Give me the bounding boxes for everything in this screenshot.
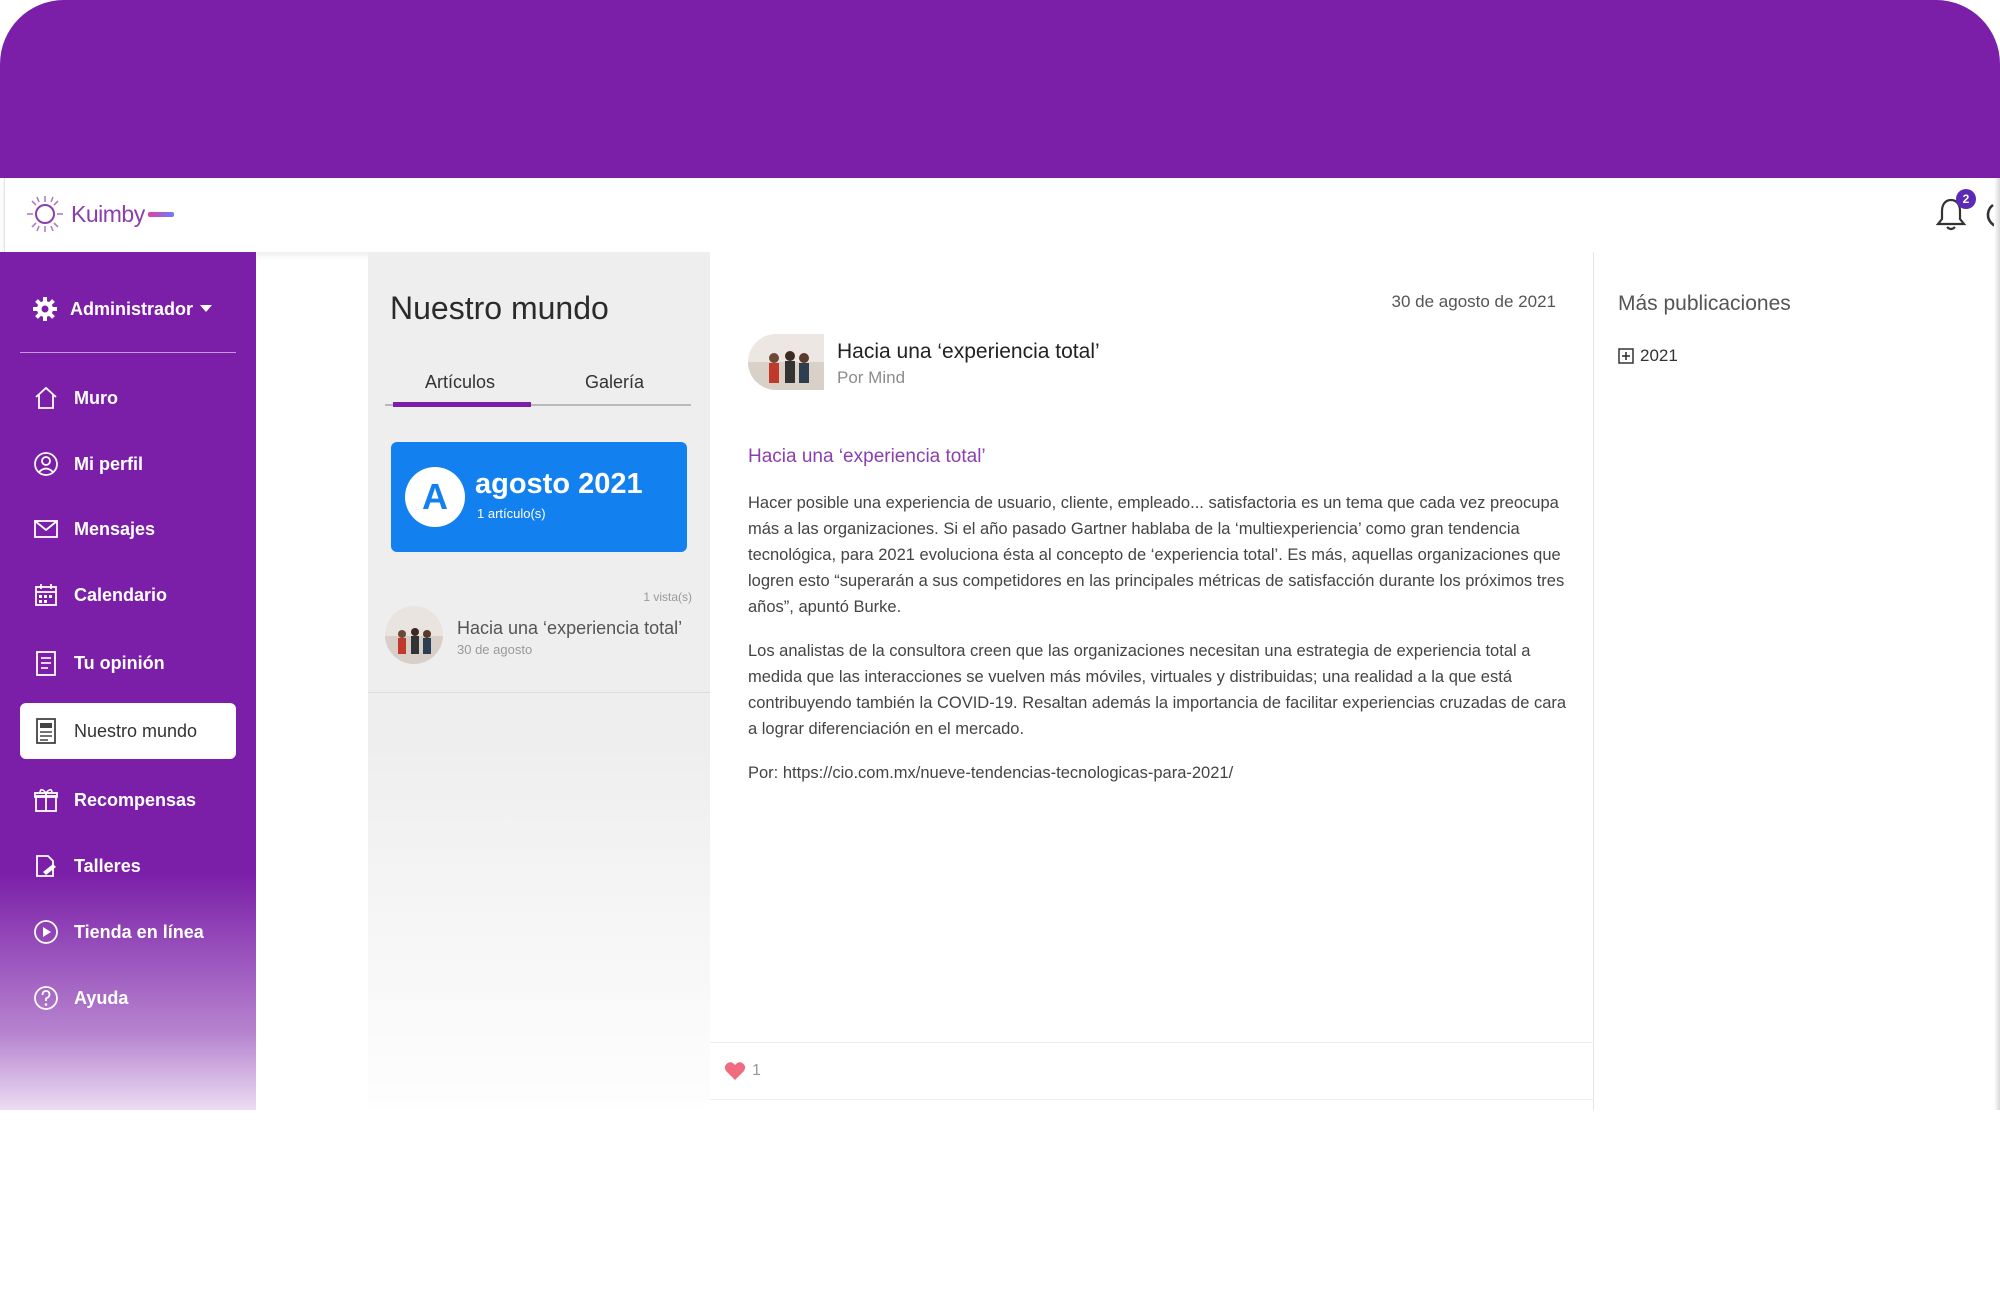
year-label: 2021 <box>1640 346 1678 365</box>
year-item-2021[interactable]: 2021 <box>1618 346 1678 366</box>
sidebar-item-label: Talleres <box>74 855 141 876</box>
sidebar-item-label: Tienda en línea <box>74 921 204 942</box>
checklist-icon <box>32 649 60 677</box>
list-article-date: 30 de agosto <box>457 642 533 657</box>
like-button[interactable]: 1 <box>724 1061 761 1081</box>
article-source[interactable]: Por: https://cio.com.mx/nueve-tendencias… <box>748 764 1233 783</box>
articles-list-panel: Nuestro mundo Artículos Galería A agosto… <box>368 252 710 1140</box>
play-circle-icon <box>32 918 60 946</box>
workshop-icon <box>32 852 60 880</box>
gift-icon <box>32 786 60 814</box>
bottom-area <box>0 1110 2000 1294</box>
window-edge <box>1994 178 2000 1140</box>
sidebar-item-label: Ayuda <box>74 987 129 1008</box>
article-subtitle: Hacia una ‘experiencia total’ <box>748 446 986 467</box>
tabs: Artículos Galería <box>385 362 691 407</box>
sidebar-item-label: Tu opinión <box>74 652 165 673</box>
sidebar-item-label: Muro <box>74 387 118 408</box>
notification-badge: 2 <box>1956 189 1976 209</box>
sun-logo-icon <box>27 196 63 232</box>
month-article-count: 1 artículo(s) <box>477 506 546 521</box>
sidebar-item-ayuda[interactable]: Ayuda <box>20 970 236 1026</box>
like-count: 1 <box>752 1062 761 1079</box>
logo-accent-bar <box>147 211 174 217</box>
article-detail: 30 de agosto de 2021 Hacia una ‘experien… <box>710 252 1594 1152</box>
article-author: Por Mind <box>837 368 906 387</box>
tab-articulos[interactable]: Artículos <box>425 372 495 393</box>
sidebar-item-nuestro-mundo[interactable]: Nuestro mundo <box>20 703 236 759</box>
help-icon <box>32 984 60 1012</box>
sidebar-item-recompensas[interactable]: Recompensas <box>20 772 236 828</box>
more-publications-title: Más publicaciones <box>1618 292 1791 315</box>
sidebar-item-label: Recompensas <box>74 789 197 810</box>
month-label: agosto 2021 <box>475 468 643 500</box>
heart-icon <box>724 1062 746 1080</box>
month-card[interactable]: A agosto 2021 1 artículo(s) <box>391 442 687 552</box>
sidebar-item-tienda-en-linea[interactable]: Tienda en línea <box>20 904 236 960</box>
sidebar-item-mi-perfil[interactable]: Mi perfil <box>20 436 236 492</box>
calendar-icon <box>32 581 60 609</box>
sidebar-item-tu-opinion[interactable]: Tu opinión <box>20 635 236 691</box>
tab-galeria[interactable]: Galería <box>585 372 644 393</box>
page-title: Nuestro mundo <box>390 290 609 326</box>
kuimby-logo[interactable]: Kuimby <box>25 191 174 237</box>
article-paragraph: Hacer posible una experiencia de usuario… <box>748 494 1565 616</box>
article-thumbnail[interactable] <box>385 606 443 664</box>
sidebar: Administrador Muro Mi perfil Mensajes Ca… <box>0 252 256 1140</box>
logo-text: Kuimby <box>71 200 145 227</box>
active-tab-indicator <box>393 402 531 407</box>
list-article-title[interactable]: Hacia una ‘experiencia total’ <box>457 618 682 639</box>
plus-square-icon <box>1618 348 1634 364</box>
view-count: 1 vista(s) <box>643 590 692 604</box>
article-date: 30 de agosto de 2021 <box>1391 292 1556 311</box>
sidebar-item-muro[interactable]: Muro <box>20 370 236 426</box>
top-navbar: Kuimby 2 <box>4 178 2000 252</box>
list-divider <box>368 692 710 693</box>
article-title: Hacia una ‘experiencia total’ <box>837 340 1100 363</box>
caret-down-icon <box>200 305 213 312</box>
sidebar-item-label: Mi perfil <box>74 453 144 474</box>
admin-label: Administrador <box>70 298 194 319</box>
sidebar-divider <box>20 352 236 353</box>
gear-icon <box>33 297 57 321</box>
admin-menu[interactable]: Administrador <box>32 296 213 322</box>
newspaper-icon <box>32 717 60 745</box>
top-banner <box>0 0 2000 178</box>
article-author-image <box>748 334 824 390</box>
article-paragraph: Los analistas de la consultora creen que… <box>748 642 1567 738</box>
reactions-bar: 1 <box>710 1042 1594 1100</box>
sidebar-item-label: Mensajes <box>74 518 156 539</box>
sidebar-item-talleres[interactable]: Talleres <box>20 838 236 894</box>
home-icon <box>32 384 60 412</box>
month-avatar: A <box>405 467 465 527</box>
more-publications-panel: Más publicaciones 2021 <box>1594 252 2000 1140</box>
sidebar-item-label: Calendario <box>74 584 168 605</box>
sidebar-item-label: Nuestro mundo <box>74 720 198 741</box>
sidebar-item-calendario[interactable]: Calendario <box>20 567 236 623</box>
article-body: Hacer posible una experiencia de usuario… <box>748 490 1568 760</box>
user-icon <box>32 450 60 478</box>
sidebar-item-mensajes[interactable]: Mensajes <box>20 501 236 557</box>
envelope-icon <box>32 515 60 543</box>
